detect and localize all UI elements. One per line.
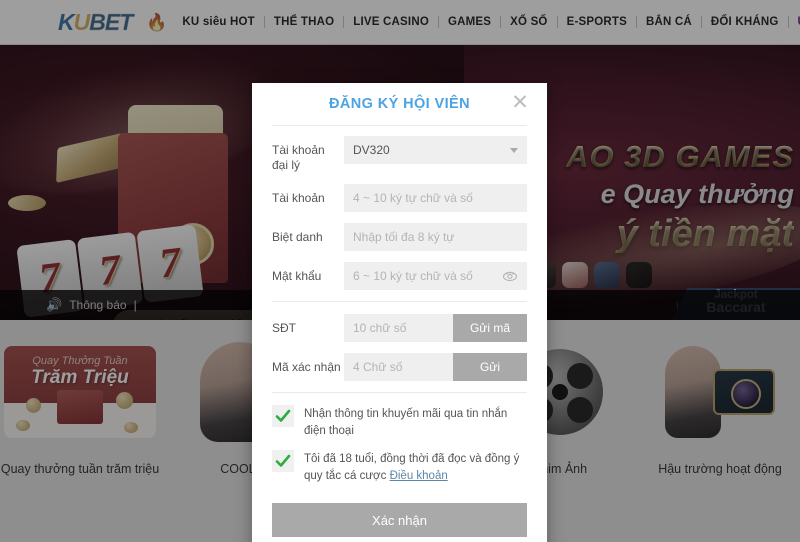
nav-item-ku-sieu-hot[interactable]: KU siêu HOT	[173, 16, 264, 28]
verification-code-input[interactable]	[344, 353, 453, 381]
phone-field-control: Gửi mã	[344, 314, 527, 342]
checkbox-row-terms: Tôi đã 18 tuổi, đồng thời đã đọc và đồng…	[272, 450, 527, 484]
form-row-verification-code: Mã xác nhận Gửi	[272, 353, 527, 381]
form-row-account: Tài khoản	[272, 184, 527, 212]
divider	[272, 392, 527, 393]
card-artwork: Quay Thưởng Tuần Trăm Triệu	[4, 338, 156, 446]
coin-icon	[116, 392, 133, 409]
card-label: Hậu trường hoạt động	[658, 462, 782, 476]
coin-icon	[16, 420, 30, 431]
promo-banner-art: Quay Thưởng Tuần Trăm Triệu	[4, 346, 156, 438]
agent-field-control: DV320	[344, 136, 527, 164]
logo-part-k: K	[58, 8, 75, 35]
submit-button[interactable]: Xác nhận	[272, 503, 527, 537]
account-field-control	[344, 184, 527, 212]
form-row-password: Mật khẩu	[272, 262, 527, 290]
notice-label: Thông báo	[69, 298, 127, 312]
phone-input[interactable]	[344, 314, 453, 342]
nav-item-the-thao[interactable]: THỂ THAO	[265, 16, 343, 28]
nickname-input[interactable]	[344, 223, 527, 251]
phone-field-label: SĐT	[272, 321, 296, 335]
nav-item-e-sports[interactable]: E-SPORTS	[558, 16, 636, 28]
app-root: K U BET 🔥 KU siêu HOT THỂ THAO LIVE CASINO…	[0, 0, 800, 542]
nav-item-xo-so[interactable]: XỔ SỐ	[501, 16, 556, 28]
site-header: K U BET 🔥 KU siêu HOT THỂ THAO LIVE CASINO…	[0, 0, 800, 45]
speaker-icon: 🔊	[46, 297, 63, 312]
logo-part-u: U	[73, 8, 91, 35]
chevron-down-icon	[510, 148, 518, 153]
nickname-field-control	[344, 223, 527, 251]
camera-icon	[713, 369, 775, 415]
card-label: Quay thưởng tuần trăm triệu	[0, 462, 160, 476]
nickname-field-label: Biệt danh	[272, 230, 323, 244]
nav-item-uu-dai[interactable]: ƯU ĐÃI	[789, 16, 800, 28]
coin-icon	[26, 398, 41, 413]
send-code-button[interactable]: Gửi mã	[453, 314, 527, 342]
terms-checkbox-label: Tôi đã 18 tuổi, đồng thời đã đọc và đồng…	[304, 450, 527, 484]
password-input[interactable]	[344, 262, 527, 290]
nav-item-games[interactable]: GAMES	[439, 16, 500, 28]
coin-icon	[124, 422, 138, 433]
checkmark-icon	[275, 455, 291, 468]
feature-card[interactable]: Hậu trường hoạt động	[640, 338, 800, 542]
card-artwork	[644, 338, 796, 446]
form-row-phone: SĐT Gửi mã	[272, 314, 527, 342]
agent-select-value: DV320	[353, 143, 390, 157]
game-icon[interactable]	[626, 262, 652, 288]
modal-body: Tài khoản đại lý DV320 Tài khoản Biệt da…	[252, 125, 547, 497]
kubet-logo[interactable]: K U BET	[58, 8, 134, 36]
flame-icon: 🔥	[146, 12, 168, 32]
divider	[272, 125, 527, 126]
game-icon[interactable]	[594, 262, 620, 288]
terms-checkbox[interactable]	[272, 450, 294, 473]
send-button[interactable]: Gửi	[453, 353, 527, 381]
promo-banner-title: Trăm Triệu	[31, 367, 129, 388]
nav-item-live-casino[interactable]: LIVE CASINO	[344, 16, 438, 28]
form-row-agent: Tài khoản đại lý DV320	[272, 136, 527, 173]
nav-item-ban-ca[interactable]: BẮN CÁ	[637, 16, 701, 28]
film-reel-hole	[567, 397, 593, 423]
code-field-label: Mã xác nhận	[272, 360, 341, 374]
account-input[interactable]	[344, 184, 527, 212]
red-envelope-icon	[57, 390, 103, 424]
feature-card[interactable]: Quay Thưởng Tuần Trăm Triệu Quay thưởng …	[0, 338, 160, 542]
promo-banner-subtitle: Quay Thưởng Tuần	[32, 355, 128, 367]
gold-coin-decoration	[8, 195, 46, 211]
main-navigation: KU siêu HOT THỂ THAO LIVE CASINO GAMES X…	[173, 15, 800, 29]
game-icon[interactable]	[562, 262, 588, 288]
account-field-label: Tài khoản	[272, 191, 325, 205]
terms-link[interactable]: Điều khoản	[390, 470, 448, 482]
divider	[272, 301, 527, 302]
form-row-nickname: Biệt danh	[272, 223, 527, 251]
hero-title-line1: AO 3D GAMES	[565, 139, 794, 174]
agent-field-label: Tài khoản đại lý	[272, 143, 325, 172]
code-field-control: Gửi	[344, 353, 527, 381]
password-field-label: Mật khẩu	[272, 269, 322, 283]
close-icon[interactable]: ✕	[509, 92, 531, 115]
modal-title: ĐĂNG KÝ HỘI VIÊN	[329, 96, 470, 112]
registration-modal: ĐĂNG KÝ HỘI VIÊN ✕ Tài khoản đại lý DV32…	[252, 83, 547, 542]
password-field-control	[344, 262, 527, 290]
promotions-checkbox-label: Nhận thông tin khuyến mãi qua tin nhắn đ…	[304, 408, 508, 437]
nav-item-doi-khang[interactable]: ĐỐI KHÁNG	[702, 16, 788, 28]
promotions-checkbox[interactable]	[272, 405, 294, 427]
agent-select[interactable]: DV320	[344, 136, 527, 164]
film-reel-hole	[567, 363, 593, 389]
eye-icon[interactable]	[501, 267, 519, 285]
logo-part-bet: BET	[89, 8, 134, 35]
checkbox-row-promotions: Nhận thông tin khuyến mãi qua tin nhắn đ…	[272, 405, 527, 439]
checkmark-icon	[275, 409, 291, 422]
modal-header: ĐĂNG KÝ HỘI VIÊN ✕	[252, 83, 547, 125]
notice-divider: |	[133, 298, 137, 312]
